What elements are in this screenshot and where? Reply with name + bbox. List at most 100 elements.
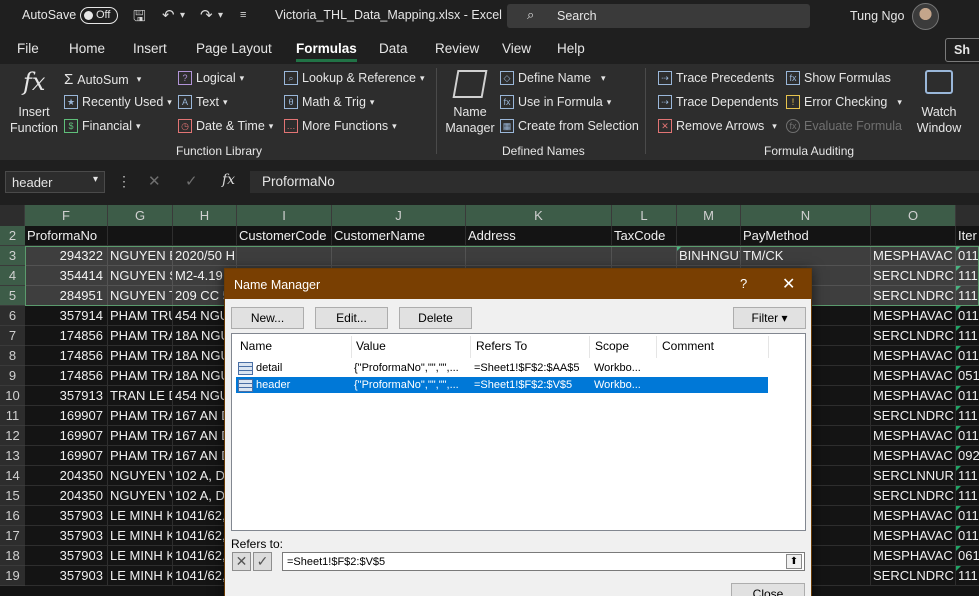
table-cell[interactable]: 051	[956, 366, 979, 386]
row-header[interactable]: 14	[0, 466, 25, 486]
lookup-reference-button[interactable]: ⌕ Lookup & Reference ▾	[284, 71, 425, 85]
table-cell[interactable]: 204350	[25, 486, 108, 506]
table-cell[interactable]: MESPHAVAC	[871, 346, 956, 366]
name-manager-button[interactable]: Name Manager	[444, 104, 496, 136]
column-header-g[interactable]: G	[108, 205, 173, 226]
row-header[interactable]: 16	[0, 506, 25, 526]
column-header-f[interactable]: F	[25, 205, 108, 226]
column-header-partial[interactable]	[956, 205, 979, 226]
autosave-toggle[interactable]: Off	[80, 7, 118, 24]
column-header-l[interactable]: L	[612, 205, 677, 226]
table-cell[interactable]: 357903	[25, 546, 108, 566]
undo-dropdown-icon[interactable]: ▾	[180, 10, 185, 21]
create-from-selection-button[interactable]: ▦ Create from Selection	[500, 119, 639, 133]
table-cell[interactable]: TM/CK	[741, 246, 871, 266]
row-header[interactable]: 3	[0, 246, 25, 266]
header-cell[interactable]: CustomerCode	[237, 226, 332, 246]
table-cell[interactable]: NGUYEN V	[108, 466, 173, 486]
table-cell[interactable]	[612, 246, 677, 266]
formula-input[interactable]: ProformaNo	[250, 171, 979, 193]
table-cell[interactable]: BINHNGUY	[677, 246, 741, 266]
table-cell[interactable]: SERCLNDRC	[871, 286, 956, 306]
table-cell[interactable]: 354414	[25, 266, 108, 286]
autosum-button[interactable]: Σ AutoSum ▾	[64, 71, 141, 88]
table-cell[interactable]: 357913	[25, 386, 108, 406]
table-cell[interactable]: 011	[956, 526, 979, 546]
table-cell[interactable]: 061	[956, 546, 979, 566]
table-cell[interactable]: 174856	[25, 346, 108, 366]
table-cell[interactable]: TRAN LE D	[108, 386, 173, 406]
table-cell[interactable]: PHAM TRA	[108, 366, 173, 386]
table-cell[interactable]: 092	[956, 446, 979, 466]
new-button[interactable]: New...	[231, 307, 304, 329]
header-cell[interactable]: Iter	[956, 226, 979, 246]
show-formulas-button[interactable]: fx Show Formulas	[786, 71, 891, 85]
logical-button[interactable]: ? Logical ▾	[178, 71, 244, 85]
row-header[interactable]: 9	[0, 366, 25, 386]
header-cell[interactable]	[173, 226, 237, 246]
table-cell[interactable]: 174856	[25, 326, 108, 346]
row-header[interactable]: 2	[0, 226, 25, 246]
table-cell[interactable]: 111	[956, 566, 979, 586]
text-button[interactable]: A Text ▾	[178, 95, 227, 109]
table-cell[interactable]: 111	[956, 406, 979, 426]
table-cell[interactable]	[237, 246, 332, 266]
column-header-i[interactable]: I	[237, 205, 332, 226]
watch-window-button[interactable]: Watch Window	[912, 104, 966, 136]
table-cell[interactable]: PHAM TRU	[108, 306, 173, 326]
more-options-icon[interactable]: ⋮	[117, 173, 131, 190]
table-cell[interactable]: MESPHAVAC	[871, 386, 956, 406]
table-cell[interactable]: PHAM TRA	[108, 346, 173, 366]
table-cell[interactable]: 357903	[25, 526, 108, 546]
table-cell[interactable]: PHAM TRA	[108, 426, 173, 446]
row-header[interactable]: 11	[0, 406, 25, 426]
table-cell[interactable]: 357903	[25, 566, 108, 586]
table-cell[interactable]: SERCLNDRC	[871, 566, 956, 586]
cancel-icon[interactable]: ✕	[148, 172, 161, 190]
close-button[interactable]: Close	[731, 583, 805, 596]
table-cell[interactable]: PHAM TRA	[108, 326, 173, 346]
tab-file[interactable]: File	[17, 41, 39, 56]
table-cell[interactable]: 357914	[25, 306, 108, 326]
table-cell[interactable]: 111	[956, 266, 979, 286]
redo-dropdown-icon[interactable]: ▾	[218, 10, 223, 21]
list-item-selected[interactable]: header {"ProformaNo","","",... =Sheet1!$…	[236, 377, 768, 393]
table-cell[interactable]: PHAM TRA	[108, 446, 173, 466]
list-header-value[interactable]: Value	[356, 339, 386, 353]
collapse-dialog-icon[interactable]: ⬆	[786, 554, 802, 569]
remove-arrows-button[interactable]: ✕ Remove Arrows ▾	[658, 119, 777, 133]
math-trig-button[interactable]: θ Math & Trig ▾	[284, 95, 374, 109]
table-cell[interactable]: 174856	[25, 366, 108, 386]
tab-insert[interactable]: Insert	[133, 41, 167, 56]
row-header[interactable]: 19	[0, 566, 25, 586]
table-cell[interactable]: NGUYEN S	[108, 266, 173, 286]
tab-data[interactable]: Data	[379, 41, 408, 56]
edit-button[interactable]: Edit...	[315, 307, 388, 329]
tab-formulas[interactable]: Formulas	[296, 41, 357, 62]
confirm-edit-icon[interactable]: ✓	[253, 552, 272, 571]
row-header[interactable]: 6	[0, 306, 25, 326]
row-header[interactable]: 15	[0, 486, 25, 506]
table-cell[interactable]: 284951	[25, 286, 108, 306]
table-cell[interactable]: SERCLNDRC	[871, 406, 956, 426]
header-cell[interactable]: TaxCode	[612, 226, 677, 246]
table-cell[interactable]: 294322	[25, 246, 108, 266]
list-header-comment[interactable]: Comment	[662, 339, 714, 353]
table-cell[interactable]	[466, 246, 612, 266]
table-cell[interactable]: 011	[956, 246, 979, 266]
table-cell[interactable]: MESPHAVAC	[871, 506, 956, 526]
evaluate-formula-button[interactable]: fx Evaluate Formula	[786, 119, 902, 133]
row-header[interactable]: 10	[0, 386, 25, 406]
table-cell[interactable]: 011	[956, 506, 979, 526]
name-box[interactable]: header ▾	[5, 171, 105, 193]
tab-view[interactable]: View	[502, 41, 531, 56]
user-name[interactable]: Tung Ngo	[850, 9, 904, 23]
column-header-o[interactable]: O	[871, 205, 956, 226]
undo-icon[interactable]: ↶	[162, 6, 175, 24]
table-cell[interactable]: PHAM TRA	[108, 406, 173, 426]
filter-button[interactable]: Filter ▾	[733, 307, 806, 329]
table-cell[interactable]: MESPHAVAC	[871, 426, 956, 446]
row-header[interactable]: 17	[0, 526, 25, 546]
table-cell[interactable]: 169907	[25, 446, 108, 466]
table-cell[interactable]: 011	[956, 386, 979, 406]
